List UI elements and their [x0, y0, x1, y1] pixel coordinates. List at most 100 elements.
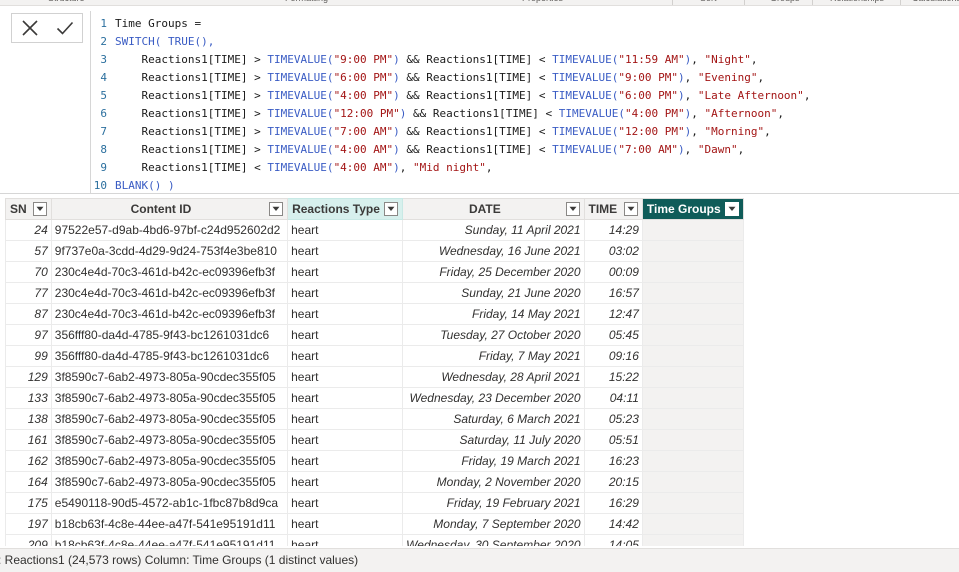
formula-editor[interactable]: 1 Time Groups = 2 SWITCH( TRUE(), 3 Reaction… — [90, 11, 959, 194]
cell-date[interactable]: Tuesday, 27 October 2020 — [402, 324, 585, 346]
cell-content-id[interactable]: 3f8590c7-6ab2-4973-805a-90cdec355f05 — [50, 429, 289, 451]
cell-sn[interactable]: 133 — [5, 387, 52, 409]
column-header-time-groups[interactable]: Time Groups — [641, 198, 744, 220]
cell-sn[interactable]: 197 — [5, 513, 52, 535]
filter-dropdown-button[interactable] — [32, 202, 47, 216]
cell-time[interactable]: 16:29 — [583, 492, 643, 514]
cell-content-id[interactable]: 3f8590c7-6ab2-4973-805a-90cdec355f05 — [50, 471, 289, 493]
cell-reactions-type[interactable]: heart — [287, 219, 404, 241]
cell-sn[interactable]: 138 — [5, 408, 52, 430]
cell-sn[interactable]: 70 — [5, 261, 52, 283]
cell-reactions-type[interactable]: heart — [287, 471, 404, 493]
cell-time-groups[interactable] — [641, 345, 744, 367]
cell-time-groups[interactable] — [641, 450, 744, 472]
cell-date[interactable]: Sunday, 11 April 2021 — [402, 219, 585, 241]
cell-time-groups[interactable] — [641, 534, 744, 546]
cancel-button[interactable] — [12, 14, 47, 42]
cell-date[interactable]: Monday, 7 September 2020 — [402, 513, 585, 535]
column-header-time[interactable]: TIME — [583, 198, 643, 220]
cell-reactions-type[interactable]: heart — [287, 240, 404, 262]
column-header-reactions-type[interactable]: Reactions Type — [287, 198, 404, 220]
cell-content-id[interactable]: 230c4e4d-70c3-461d-b42c-ec09396efb3f — [50, 261, 289, 283]
cell-reactions-type[interactable]: heart — [287, 513, 404, 535]
cell-sn[interactable]: 162 — [5, 450, 52, 472]
cell-content-id[interactable]: b18cb63f-4c8e-44ee-a47f-541e95191d11 — [50, 513, 289, 535]
table-row[interactable]: 162 3f8590c7-6ab2-4973-805a-90cdec355f05 h… — [5, 450, 744, 472]
cell-content-id[interactable]: 3f8590c7-6ab2-4973-805a-90cdec355f05 — [50, 450, 289, 472]
cell-date[interactable]: Friday, 19 March 2021 — [402, 450, 585, 472]
cell-sn[interactable]: 57 — [5, 240, 52, 262]
cell-content-id[interactable]: 3f8590c7-6ab2-4973-805a-90cdec355f05 — [50, 366, 289, 388]
cell-time-groups[interactable] — [641, 366, 744, 388]
cell-content-id[interactable]: 356fff80-da4d-4785-9f43-bc1261031dc6 — [50, 324, 289, 346]
cell-date[interactable]: Friday, 25 December 2020 — [402, 261, 585, 283]
table-row[interactable]: 70 230c4e4d-70c3-461d-b42c-ec09396efb3f he… — [5, 261, 744, 283]
table-row[interactable]: 175 e5490118-90d5-4572-ab1c-1fbc87b8d9ca h… — [5, 492, 744, 514]
table-row[interactable]: 97 356fff80-da4d-4785-9f43-bc1261031dc6 he… — [5, 324, 744, 346]
cell-time-groups[interactable] — [641, 240, 744, 262]
table-row[interactable]: 133 3f8590c7-6ab2-4973-805a-90cdec355f05 h… — [5, 387, 744, 409]
table-row[interactable]: 161 3f8590c7-6ab2-4973-805a-90cdec355f05 h… — [5, 429, 744, 451]
cell-content-id[interactable]: 356fff80-da4d-4785-9f43-bc1261031dc6 — [50, 345, 289, 367]
cell-time[interactable]: 14:29 — [583, 219, 643, 241]
cell-time[interactable]: 16:57 — [583, 282, 643, 304]
table-row[interactable]: 138 3f8590c7-6ab2-4973-805a-90cdec355f05 h… — [5, 408, 744, 430]
cell-date[interactable]: Saturday, 11 July 2020 — [402, 429, 585, 451]
cell-content-id[interactable]: 230c4e4d-70c3-461d-b42c-ec09396efb3f — [50, 303, 289, 325]
table-row[interactable]: 129 3f8590c7-6ab2-4973-805a-90cdec355f05 h… — [5, 366, 744, 388]
cell-time-groups[interactable] — [641, 513, 744, 535]
filter-dropdown-button[interactable] — [623, 202, 638, 216]
cell-content-id[interactable]: 3f8590c7-6ab2-4973-805a-90cdec355f05 — [50, 408, 289, 430]
table-row[interactable]: 77 230c4e4d-70c3-461d-b42c-ec09396efb3f he… — [5, 282, 744, 304]
cell-time-groups[interactable] — [641, 387, 744, 409]
table-row[interactable]: 164 3f8590c7-6ab2-4973-805a-90cdec355f05 h… — [5, 471, 744, 493]
cell-date[interactable]: Wednesday, 23 December 2020 — [402, 387, 585, 409]
cell-time[interactable]: 05:51 — [583, 429, 643, 451]
cell-time[interactable]: 09:16 — [583, 345, 643, 367]
cell-reactions-type[interactable]: heart — [287, 492, 404, 514]
cell-time[interactable]: 16:23 — [583, 450, 643, 472]
cell-time-groups[interactable] — [641, 408, 744, 430]
column-header-content-id[interactable]: Content ID — [50, 198, 289, 220]
table-row[interactable]: 197 b18cb63f-4c8e-44ee-a47f-541e95191d11 h… — [5, 513, 744, 535]
cell-sn[interactable]: 164 — [5, 471, 52, 493]
cell-time[interactable]: 00:09 — [583, 261, 643, 283]
cell-reactions-type[interactable]: heart — [287, 429, 404, 451]
cell-date[interactable]: Friday, 7 May 2021 — [402, 345, 585, 367]
table-row[interactable]: 57 9f737e0a-3cdd-4d29-9d24-753f4e3be810 he… — [5, 240, 744, 262]
cell-time[interactable]: 12:47 — [583, 303, 643, 325]
cell-time-groups[interactable] — [641, 282, 744, 304]
cell-sn[interactable]: 77 — [5, 282, 52, 304]
cell-time-groups[interactable] — [641, 303, 744, 325]
cell-reactions-type[interactable]: heart — [287, 303, 404, 325]
cell-date[interactable]: Friday, 14 May 2021 — [402, 303, 585, 325]
cell-date[interactable]: Sunday, 21 June 2020 — [402, 282, 585, 304]
table-row[interactable]: 209 b18cb63f-4c8e-44ee-a47f-541e95191d11 h… — [5, 534, 744, 546]
cell-sn[interactable]: 175 — [5, 492, 52, 514]
cell-date[interactable]: Wednesday, 16 June 2021 — [402, 240, 585, 262]
cell-content-id[interactable]: b18cb63f-4c8e-44ee-a47f-541e95191d11 — [50, 534, 289, 546]
cell-time[interactable]: 15:22 — [583, 366, 643, 388]
cell-time-groups[interactable] — [641, 219, 744, 241]
column-header-date[interactable]: DATE — [402, 198, 585, 220]
cell-reactions-type[interactable]: heart — [287, 324, 404, 346]
cell-time-groups[interactable] — [641, 324, 744, 346]
cell-content-id[interactable]: e5490118-90d5-4572-ab1c-1fbc87b8d9ca — [50, 492, 289, 514]
filter-dropdown-button[interactable] — [565, 202, 580, 216]
cell-time[interactable]: 05:45 — [583, 324, 643, 346]
cell-time[interactable]: 04:11 — [583, 387, 643, 409]
cell-content-id[interactable]: 9f737e0a-3cdd-4d29-9d24-753f4e3be810 — [50, 240, 289, 262]
cell-content-id[interactable]: 230c4e4d-70c3-461d-b42c-ec09396efb3f — [50, 282, 289, 304]
cell-time[interactable]: 20:15 — [583, 471, 643, 493]
table-row[interactable]: 24 97522e57-d9ab-4bd6-97bf-c24d952602d2 he… — [5, 219, 744, 241]
cell-time[interactable]: 14:05 — [583, 534, 643, 546]
table-row[interactable]: 87 230c4e4d-70c3-461d-b42c-ec09396efb3f he… — [5, 303, 744, 325]
cell-time[interactable]: 05:23 — [583, 408, 643, 430]
filter-dropdown-button[interactable] — [725, 202, 739, 216]
cell-time-groups[interactable] — [641, 261, 744, 283]
cell-sn[interactable]: 24 — [5, 219, 52, 241]
cell-date[interactable]: Monday, 2 November 2020 — [402, 471, 585, 493]
cell-reactions-type[interactable]: heart — [287, 387, 404, 409]
cell-sn[interactable]: 87 — [5, 303, 52, 325]
cell-time[interactable]: 03:02 — [583, 240, 643, 262]
